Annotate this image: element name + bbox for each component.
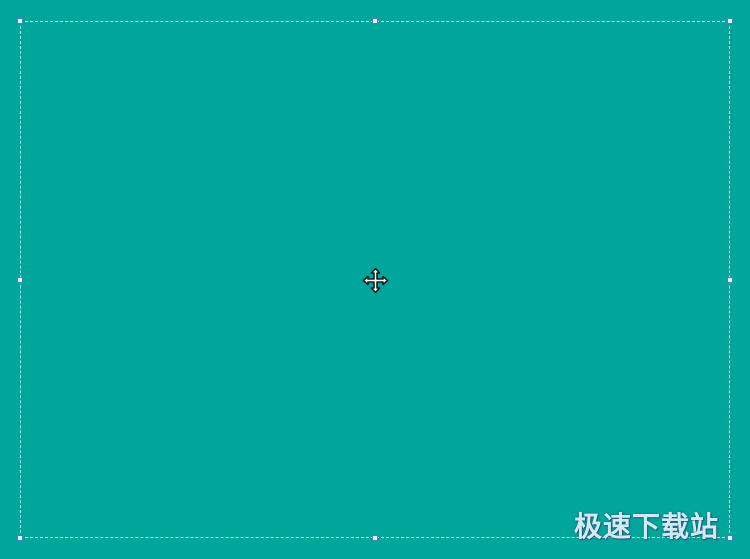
resize-handle-bottom-middle[interactable] <box>372 535 378 541</box>
resize-handle-top-right[interactable] <box>727 18 733 24</box>
resize-handle-top-middle[interactable] <box>372 18 378 24</box>
canvas[interactable] <box>0 0 750 559</box>
watermark-text: 极速下载站 <box>574 510 720 543</box>
resize-handle-top-left[interactable] <box>17 18 23 24</box>
resize-handle-bottom-left[interactable] <box>17 535 23 541</box>
resize-handle-middle-right[interactable] <box>727 276 733 283</box>
move-cursor-icon <box>362 267 389 294</box>
resize-handle-middle-left[interactable] <box>17 276 23 283</box>
